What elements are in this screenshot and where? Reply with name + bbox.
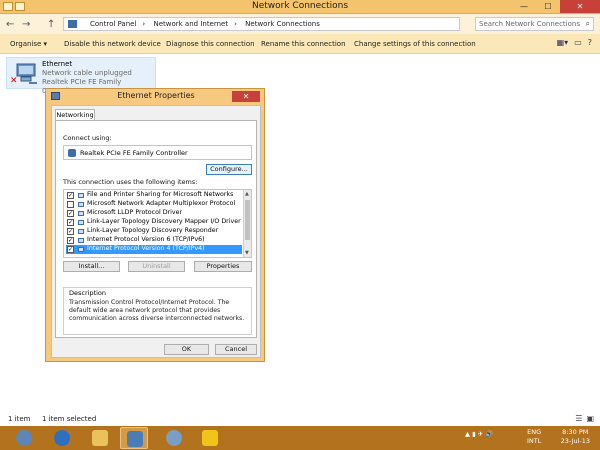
item-checkbox[interactable]: ✓ <box>67 237 74 244</box>
list-item[interactable]: ✓ Link-Layer Topology Discovery Mapper I… <box>66 218 242 227</box>
description-label: Description <box>69 289 107 297</box>
taskbar-control-panel[interactable] <box>120 427 148 449</box>
taskbar: ▲ ▮ ✈ 🔊 ENG INTL 8:30 PM 23-Jul-13 <box>0 426 600 450</box>
protocol-icon <box>78 211 84 216</box>
maximize-button[interactable]: ☐ <box>536 0 560 13</box>
item-checkbox[interactable]: ✓ <box>67 192 74 199</box>
breadcrumb-network-and-internet[interactable]: Network and Internet <box>153 20 228 28</box>
large-icons-view-icon[interactable]: ▣ <box>586 414 594 423</box>
search-icon: ⌕ <box>585 19 590 28</box>
install-button[interactable]: Install... <box>63 261 120 272</box>
description-text: Transmission Control Protocol/Internet P… <box>69 299 245 322</box>
scrollbar-thumb[interactable] <box>245 200 250 240</box>
disable-device-button[interactable]: Disable this network device <box>64 40 161 48</box>
list-item[interactable]: Microsoft Network Adapter Multiplexor Pr… <box>66 200 242 209</box>
preview-pane-icon[interactable]: ▭ <box>574 38 582 47</box>
help-icon[interactable]: ? <box>588 38 592 47</box>
disconnected-x-icon: ✕ <box>10 76 18 86</box>
breadcrumb-network-connections[interactable]: Network Connections <box>245 20 320 28</box>
protocol-icon <box>78 220 84 225</box>
ethernet-properties-dialog: Ethernet Properties ✕ Networking Connect… <box>45 88 265 362</box>
adapter-name: Ethernet <box>42 60 73 68</box>
minimize-button[interactable]: — <box>512 0 536 13</box>
details-view-icon[interactable]: ☰ <box>575 414 582 423</box>
item-count: 1 item <box>8 415 31 423</box>
diagnose-button[interactable]: Diagnose this connection <box>166 40 255 48</box>
dialog-body: Networking Connect using: Realtek PCIe F… <box>51 105 261 358</box>
close-button[interactable]: ✕ <box>560 0 600 13</box>
uninstall-button[interactable]: Uninstall <box>128 261 185 272</box>
change-settings-button[interactable]: Change settings of this connection <box>354 40 476 48</box>
items-scrollbar[interactable]: ▲ ▼ <box>243 190 251 257</box>
taskbar-app-globe[interactable] <box>10 427 38 449</box>
window-title: Network Connections <box>251 1 349 11</box>
view-options-icon[interactable]: ▦▾ <box>557 38 569 47</box>
ethernet-adapter-item[interactable]: ✕ Ethernet Network cable unplugged Realt… <box>6 57 156 95</box>
networking-pane: Connect using: Realtek PCIe FE Family Co… <box>55 120 257 338</box>
address-box[interactable]: Control Panel › Network and Internet › Net… <box>63 17 460 31</box>
protocol-icon <box>78 202 84 207</box>
list-item[interactable]: ✓ File and Printer Sharing for Microsoft… <box>66 191 242 200</box>
item-checkbox[interactable]: ✓ <box>67 228 74 235</box>
ok-button[interactable]: OK <box>164 344 209 355</box>
selection-count: 1 item selected <box>42 415 97 423</box>
list-item-selected[interactable]: ✓ Internet Protocol Version 4 (TCP/IPv4) <box>66 245 242 254</box>
description-group: Description Transmission Control Protoco… <box>63 287 252 335</box>
list-item[interactable]: ✓ Link-Layer Topology Discovery Responde… <box>66 227 242 236</box>
dialog-close-button[interactable]: ✕ <box>232 91 260 102</box>
protocol-icon <box>78 247 84 252</box>
language-indicator[interactable]: ENG <box>527 428 541 437</box>
item-checkbox[interactable]: ✓ <box>67 210 74 217</box>
adapter-field-value: Realtek PCIe FE Family Controller <box>80 149 188 157</box>
status-bar: 1 item 1 item selected ☰ ▣ <box>0 411 600 426</box>
item-checkbox[interactable]: ✓ <box>67 246 74 253</box>
control-panel-icon <box>68 20 77 28</box>
tray-icons[interactable]: ▲ ▮ ✈ 🔊 <box>465 430 493 438</box>
adapter-field: Realtek PCIe FE Family Controller <box>63 145 252 160</box>
organise-button[interactable]: Organise ▾ <box>10 40 47 48</box>
protocol-icon <box>78 229 84 234</box>
item-checkbox[interactable] <box>67 201 74 208</box>
taskbar-ie[interactable] <box>48 427 76 449</box>
cancel-button[interactable]: Cancel <box>215 344 257 355</box>
taskbar-app[interactable] <box>196 427 224 449</box>
clock[interactable]: 8:30 PM 23-Jul-13 <box>561 428 590 446</box>
breadcrumb-control-panel[interactable]: Control Panel <box>90 20 136 28</box>
breadcrumb: Control Panel › Network and Internet › Net… <box>90 20 320 28</box>
protocol-icon <box>78 238 84 243</box>
search-input[interactable]: Search Network Connections ⌕ <box>475 17 594 31</box>
region-indicator[interactable]: INTL <box>527 437 541 446</box>
properties-button[interactable]: Properties <box>194 261 252 272</box>
up-button[interactable]: ↑ <box>47 19 55 30</box>
network-card-icon <box>68 149 76 157</box>
scroll-down-icon[interactable]: ▼ <box>245 250 249 256</box>
list-item[interactable]: ✓ Internet Protocol Version 6 (TCP/IPv6) <box>66 236 242 245</box>
adapter-status: Network cable unplugged <box>42 69 132 77</box>
forward-button[interactable]: → <box>22 19 30 30</box>
taskbar-settings[interactable] <box>160 427 188 449</box>
items-label: This connection uses the following items… <box>63 178 198 186</box>
window-title-bar: Network Connections — ☐ ✕ <box>0 0 600 14</box>
service-icon <box>78 193 84 198</box>
command-bar: Organise ▾ Disable this network device D… <box>0 34 600 54</box>
taskbar-file-explorer[interactable] <box>86 427 114 449</box>
items-list[interactable]: ✓ File and Printer Sharing for Microsoft… <box>63 189 252 258</box>
item-checkbox[interactable]: ✓ <box>67 219 74 226</box>
connect-using-label: Connect using: <box>63 134 112 142</box>
address-bar: ← → ↑ Control Panel › Network and Interne… <box>0 14 600 34</box>
scroll-up-icon[interactable]: ▲ <box>245 191 249 197</box>
configure-button[interactable]: Configure... <box>206 164 252 175</box>
back-button[interactable]: ← <box>6 19 14 30</box>
rename-button[interactable]: Rename this connection <box>261 40 346 48</box>
list-item[interactable]: ✓ Microsoft LLDP Protocol Driver <box>66 209 242 218</box>
